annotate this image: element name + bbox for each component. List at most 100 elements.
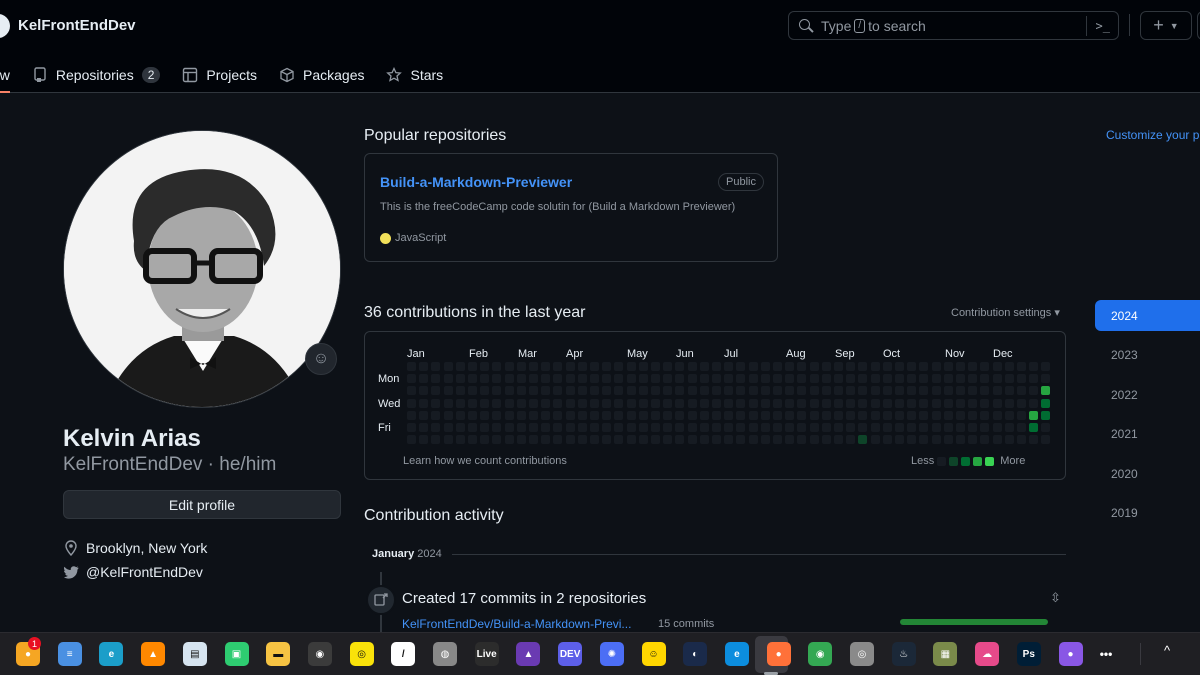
command-palette-icon[interactable]: >_ [1086,16,1110,36]
contribution-cell[interactable] [602,435,612,445]
cinema-icon[interactable]: ◐ [683,642,708,666]
contribution-cell[interactable] [870,374,880,384]
contribution-cell[interactable] [614,362,624,371]
contribution-cell[interactable] [504,362,514,371]
contribution-cell[interactable] [968,374,978,384]
contribution-cell[interactable] [407,435,416,445]
contribution-cell[interactable] [1004,423,1014,432]
contribution-cell[interactable] [651,386,660,396]
contribution-cell[interactable] [638,423,648,432]
contribution-cell[interactable] [492,386,502,396]
firefox-icon[interactable]: ● [766,642,791,666]
contribution-cell[interactable] [565,386,575,396]
contribution-cell[interactable] [760,374,770,384]
contribution-cell[interactable] [712,362,721,371]
contribution-cell[interactable] [675,386,685,396]
contribution-cell[interactable] [895,410,904,420]
contribution-cell[interactable] [504,398,514,408]
contribution-cell[interactable] [809,435,819,445]
contribution-cell[interactable] [468,423,477,432]
contribution-cell[interactable] [773,398,782,408]
contribution-cell[interactable] [590,386,599,396]
contribution-cell[interactable] [1004,398,1014,408]
contribution-cell[interactable] [760,362,770,371]
folder-icon[interactable]: ▬ [266,642,291,666]
contribution-cell[interactable] [407,362,416,371]
customize-pins-link[interactable]: Customize your pins [1106,128,1200,142]
contribution-cell[interactable] [821,423,831,432]
vpn-icon[interactable]: ◍ [433,642,457,666]
contribution-cell[interactable] [614,423,624,432]
contribution-cell[interactable] [455,423,465,432]
contribution-cell[interactable] [895,362,904,371]
contribution-cell[interactable] [1004,410,1014,420]
set-status-emoji-button[interactable]: ☺ [305,343,337,375]
contribution-cell[interactable] [516,435,526,445]
contribution-cell[interactable] [956,410,965,420]
create-new-button[interactable]: + ▼ [1140,11,1192,40]
contribution-cell[interactable] [614,435,624,445]
contribution-cell[interactable] [760,398,770,408]
contribution-cell[interactable] [565,435,575,445]
contribution-cell[interactable] [663,410,673,420]
contribution-cell[interactable] [529,410,538,420]
contribution-cell[interactable] [480,398,490,408]
contribution-cell[interactable] [675,362,685,371]
contribution-cell[interactable] [724,410,734,420]
contribution-cell[interactable] [541,435,551,445]
contribution-cell[interactable] [468,410,477,420]
contribution-cell[interactable] [443,398,453,408]
contribution-cell[interactable] [1041,398,1051,408]
contribution-cell[interactable] [602,423,612,432]
contribution-cell[interactable] [834,362,843,371]
github-icon[interactable]: ● [1058,642,1083,666]
contribution-cell[interactable] [943,410,953,420]
contribution-cell[interactable] [590,410,599,420]
contribution-cell[interactable] [1017,435,1026,445]
contribution-cell[interactable] [577,386,587,396]
contribution-cell[interactable] [480,410,490,420]
contribution-cell[interactable] [1029,386,1039,396]
tab-repositories[interactable]: Repositories 2 [32,56,161,93]
contribution-cell[interactable] [895,398,904,408]
live-icon[interactable]: Live [474,642,499,666]
contribution-cell[interactable] [602,386,612,396]
app-circle-icon[interactable]: ◎ [850,642,874,666]
contribution-cell[interactable] [431,374,441,384]
contribution-cell[interactable] [992,374,1002,384]
document-icon[interactable]: ▤ [182,642,207,666]
contribution-cell[interactable] [834,423,843,432]
contribution-cell[interactable] [956,374,965,384]
contribution-cell[interactable] [724,435,734,445]
contribution-cell[interactable] [919,398,929,408]
contribution-cell[interactable] [748,362,758,371]
contribution-cell[interactable] [736,362,746,371]
contribution-cell[interactable] [419,423,429,432]
tab-overview[interactable]: ew [0,56,10,93]
contribution-cell[interactable] [407,386,416,396]
contribution-cell[interactable] [724,374,734,384]
contribution-cell[interactable] [931,410,941,420]
contribution-cell[interactable] [529,386,538,396]
contribution-cell[interactable] [882,398,892,408]
contribution-cell[interactable] [663,435,673,445]
contribution-cell[interactable] [821,374,831,384]
contribution-cell[interactable] [809,362,819,371]
contribution-cell[interactable] [1041,423,1051,432]
tab-packages[interactable]: Packages [279,56,364,93]
contribution-cell[interactable] [1004,435,1014,445]
vlc-icon[interactable]: ▲ [141,642,166,666]
contribution-cell[interactable] [943,435,953,445]
activity-commit-count[interactable]: 15 commits [658,618,714,630]
contribution-cell[interactable] [651,398,660,408]
contribution-cell[interactable] [663,386,673,396]
contribution-cell[interactable] [773,423,782,432]
contribution-cell[interactable] [651,423,660,432]
contribution-cell[interactable] [516,410,526,420]
contribution-cell[interactable] [773,362,782,371]
contribution-cell[interactable] [907,398,917,408]
contribution-cell[interactable] [931,423,941,432]
contribution-cell[interactable] [565,362,575,371]
contribution-cell[interactable] [748,398,758,408]
contribution-cell[interactable] [553,362,563,371]
